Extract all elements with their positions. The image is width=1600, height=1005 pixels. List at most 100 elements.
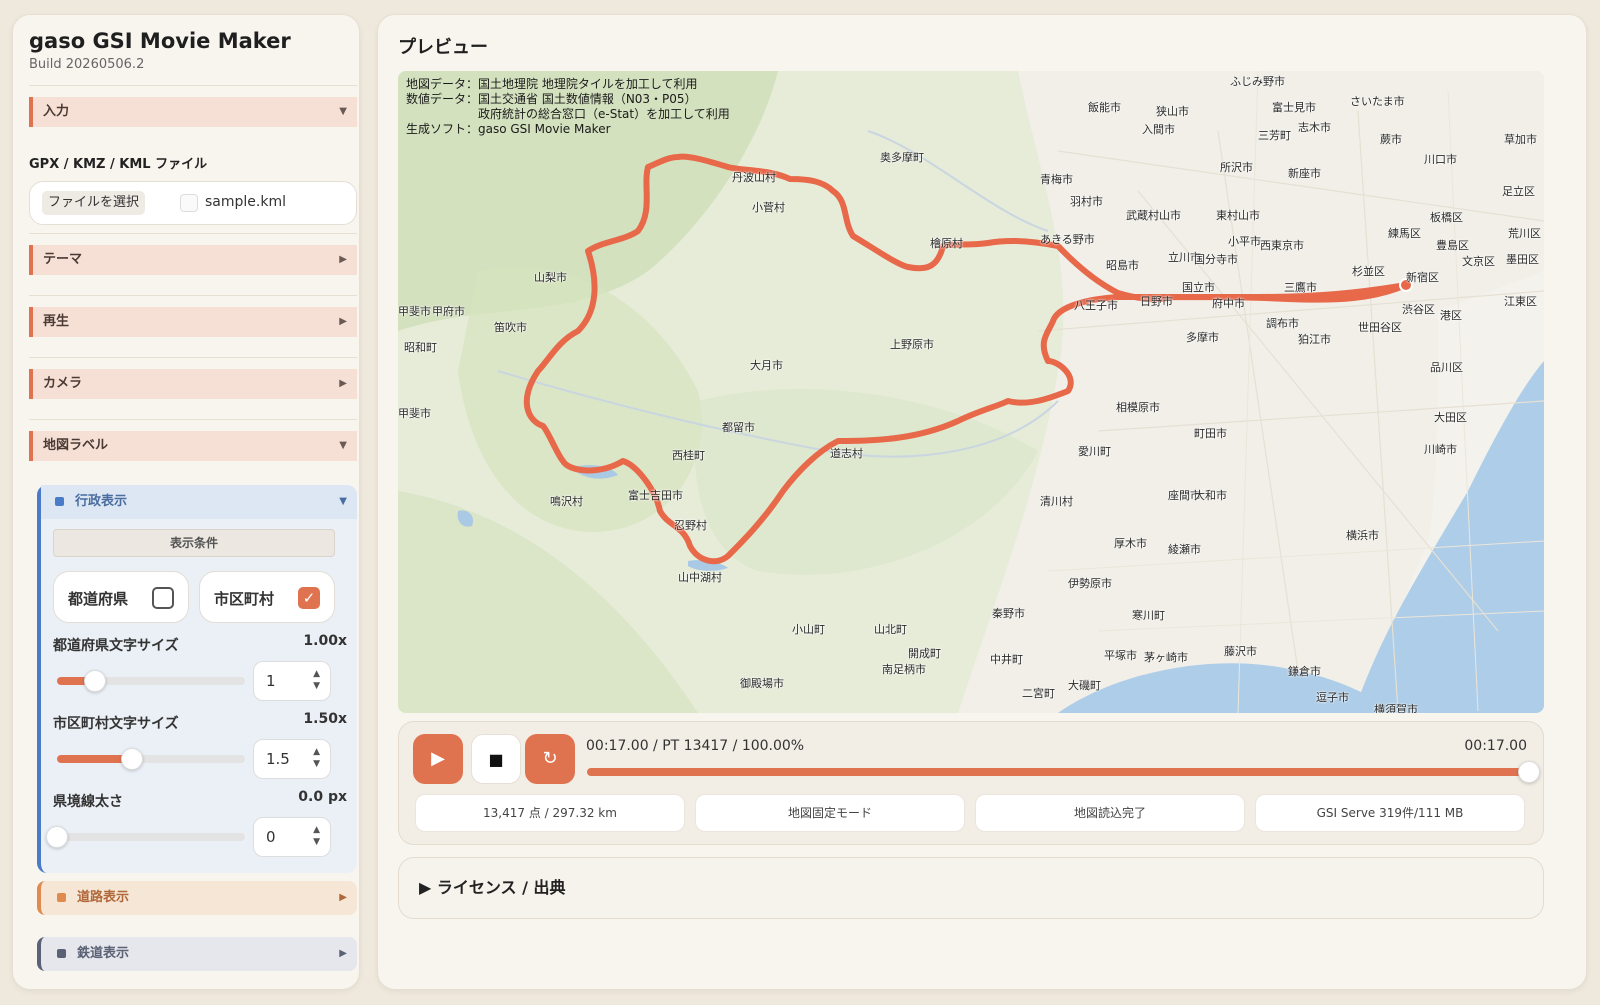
- duration-readout: 00:17.00: [1464, 738, 1527, 754]
- spinner-icon[interactable]: ▲ ▼: [313, 668, 320, 692]
- place-label: 愛川町: [1078, 445, 1111, 458]
- border-width-value: 0.0 px: [298, 789, 347, 805]
- municipality-checkbox[interactable]: ✓: [298, 587, 320, 609]
- slider-thumb[interactable]: [83, 670, 106, 692]
- place-label: 藤沢市: [1224, 645, 1257, 658]
- stat-map-mode: 地図固定モード: [695, 794, 965, 832]
- map-credits: 地図データ：国土地理院 地理院タイルを加工して利用 数値データ：国土交通省 国土…: [406, 77, 730, 137]
- place-label: 綾瀬市: [1168, 543, 1201, 556]
- municipality-label: 市区町村: [214, 590, 275, 608]
- section-playback[interactable]: 再生 ▶: [29, 307, 357, 337]
- section-input[interactable]: 入力 ▼: [29, 97, 357, 127]
- divider: [29, 419, 357, 420]
- section-camera[interactable]: カメラ ▶: [29, 369, 357, 399]
- sidebar: gaso GSI Movie Maker Build 20260506.2 入力…: [12, 14, 360, 990]
- road-display-title: 道路表示: [77, 890, 130, 905]
- stop-icon: ■: [488, 750, 504, 769]
- place-label: 多摩市: [1186, 331, 1219, 344]
- loop-icon: ↻: [542, 748, 558, 769]
- rail-display-header[interactable]: 鉄道表示 ▶: [37, 937, 357, 971]
- play-button[interactable]: ▶: [413, 734, 463, 784]
- pref-font-size-input[interactable]: 1 ▲ ▼: [253, 661, 331, 701]
- place-label: 飯能市: [1088, 101, 1121, 114]
- section-theme[interactable]: テーマ ▶: [29, 245, 357, 275]
- place-label: 川口市: [1424, 153, 1457, 166]
- chevron-right-icon: ▶: [339, 254, 347, 265]
- slider-thumb[interactable]: [121, 748, 144, 770]
- prefecture-toggle[interactable]: 都道府県: [53, 571, 189, 623]
- place-label: 大和市: [1194, 489, 1227, 502]
- place-label: 府中市: [1212, 297, 1245, 310]
- place-label: 昭和町: [404, 341, 437, 354]
- place-label: 所沢市: [1220, 161, 1253, 174]
- display-condition-button[interactable]: 表示条件: [53, 529, 335, 557]
- slider-thumb[interactable]: [46, 826, 68, 848]
- place-label: 武蔵村山市: [1126, 209, 1181, 222]
- place-label: 文京区: [1462, 255, 1495, 268]
- place-label: 西東京市: [1260, 239, 1304, 252]
- place-label: 上野原市: [890, 338, 934, 351]
- place-label: 清川村: [1040, 495, 1073, 508]
- admin-display-header[interactable]: 行政表示 ▼: [41, 485, 357, 519]
- license-toggle[interactable]: ▶ ライセンス / 出典: [398, 857, 1544, 919]
- loop-button[interactable]: ↻: [525, 734, 575, 784]
- border-width-slider[interactable]: [46, 826, 245, 848]
- chevron-right-icon: ▶: [339, 378, 347, 389]
- place-label: 丹波山村: [732, 171, 776, 184]
- place-label: 甲斐市: [398, 305, 431, 318]
- place-label: 横浜市: [1346, 529, 1379, 542]
- place-label: 三芳町: [1258, 129, 1291, 142]
- municipality-toggle[interactable]: 市区町村 ✓: [199, 571, 335, 623]
- divider: [29, 85, 357, 86]
- chevron-down-icon: ▼: [339, 496, 347, 507]
- place-label: ふじみ野市: [1230, 75, 1285, 88]
- place-label: 豊島区: [1436, 239, 1469, 252]
- square-icon: [57, 949, 66, 958]
- prefecture-checkbox[interactable]: [152, 587, 174, 609]
- place-label: 志木市: [1298, 121, 1331, 134]
- muni-font-size-slider[interactable]: [57, 748, 245, 770]
- place-label: 小平市: [1228, 235, 1261, 248]
- map-preview[interactable]: 地図データ：国土地理院 地理院タイルを加工して利用 数値データ：国土交通省 国土…: [398, 71, 1544, 713]
- place-label: 羽村市: [1070, 195, 1103, 208]
- place-label: 鎌倉市: [1288, 665, 1321, 678]
- spinner-icon[interactable]: ▲ ▼: [313, 746, 320, 770]
- chevron-down-icon: ▼: [339, 106, 347, 117]
- muni-font-size-input[interactable]: 1.5 ▲ ▼: [253, 739, 331, 779]
- place-label: 都留市: [722, 421, 755, 434]
- progress-thumb[interactable]: [1518, 761, 1540, 783]
- pref-font-size-slider[interactable]: [57, 670, 245, 692]
- stat-map-loading: 地図読込完了: [975, 794, 1245, 832]
- road-display-header[interactable]: 道路表示 ▶: [37, 881, 357, 915]
- file-input[interactable]: ファイルを選択 sample.kml: [29, 181, 357, 225]
- place-label: 道志村: [830, 447, 863, 460]
- place-label: 南足柄市: [882, 663, 926, 676]
- choose-file-button[interactable]: ファイルを選択: [42, 191, 146, 215]
- spinner-icon[interactable]: ▲ ▼: [313, 824, 320, 848]
- muni-font-size-value: 1.50x: [303, 711, 347, 727]
- preview-title: プレビュー: [398, 37, 488, 58]
- progress-bar[interactable]: [587, 761, 1540, 783]
- file-name: sample.kml: [205, 194, 286, 210]
- place-label: 笛吹市: [494, 321, 527, 334]
- border-width-input[interactable]: 0 ▲ ▼: [253, 817, 331, 857]
- place-label: 大田区: [1434, 411, 1467, 424]
- place-label: 茅ヶ崎市: [1144, 651, 1188, 664]
- admin-display-title: 行政表示: [75, 494, 128, 509]
- place-label: 新座市: [1288, 167, 1321, 180]
- place-label: 甲府市: [432, 305, 465, 318]
- credit-line: 地図データ：国土地理院 地理院タイルを加工して利用: [406, 77, 698, 91]
- place-label: 川崎市: [1424, 443, 1457, 456]
- place-label: 富士吉田市: [628, 489, 683, 502]
- place-label: 忍野村: [674, 519, 707, 532]
- muni-font-size-input-value: 1.5: [266, 750, 290, 768]
- stop-button[interactable]: ■: [471, 734, 521, 784]
- build-version: Build 20260506.2: [29, 57, 145, 72]
- place-label: 甲斐市: [398, 407, 431, 420]
- place-label: 大磯町: [1068, 679, 1101, 692]
- place-label: 日野市: [1140, 295, 1173, 308]
- time-readout: 00:17.00 / PT 13417 / 100.00%: [586, 738, 805, 754]
- place-label: 草加市: [1504, 133, 1537, 146]
- section-map-label[interactable]: 地図ラベル ▼: [29, 431, 357, 461]
- playback-controls: ▶ ■ ↻ 00:17.00 / PT 13417 / 100.00% 00:1…: [398, 721, 1544, 845]
